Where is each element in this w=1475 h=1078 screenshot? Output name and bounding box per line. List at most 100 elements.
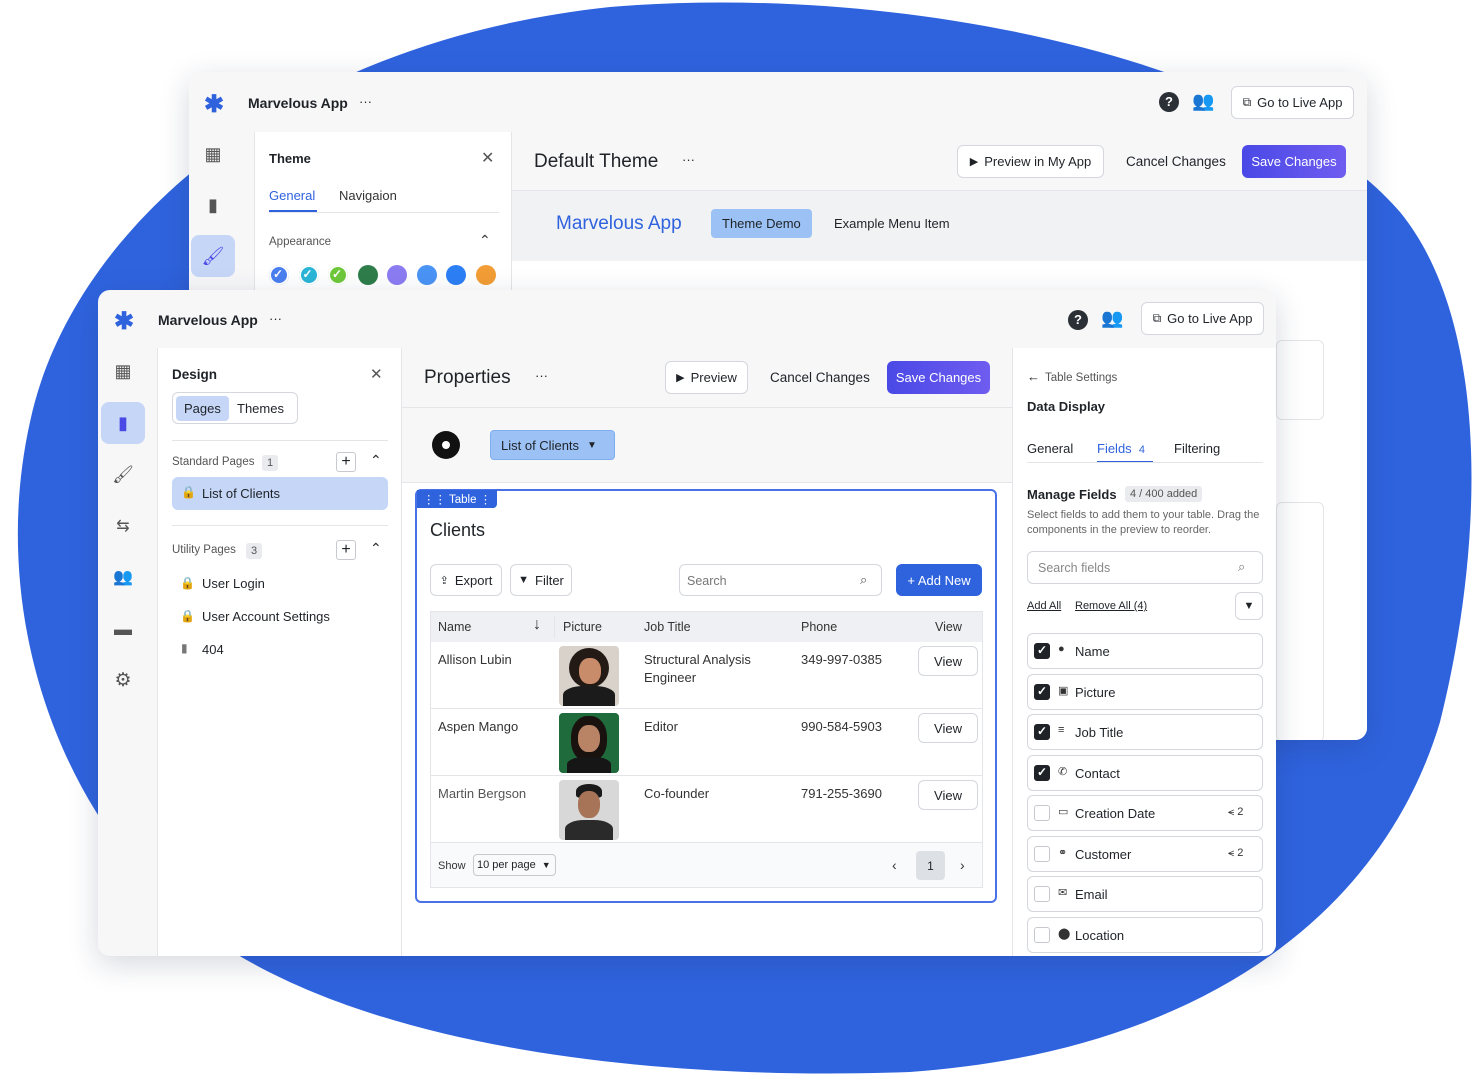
back-arrow-icon[interactable]: ←: [1027, 369, 1040, 384]
theme-more[interactable]: ···: [682, 152, 695, 167]
cancel-changes-button[interactable]: Cancel Changes: [1126, 154, 1226, 169]
field-checkbox[interactable]: [1034, 886, 1050, 902]
save-changes-button[interactable]: Save Changes: [1242, 145, 1346, 178]
field-item[interactable]: ▭ Creation Date ⪪ 2: [1027, 795, 1263, 831]
color-swatch[interactable]: [357, 265, 378, 285]
field-item[interactable]: ✓ ≡ Job Title: [1027, 714, 1263, 750]
tab-pages[interactable]: Pages: [176, 396, 229, 421]
sort-arrow-icon[interactable]: ↓: [533, 616, 541, 634]
rail-page-icon[interactable]: ▮: [191, 184, 235, 226]
rail-table-icon[interactable]: ▦: [191, 133, 235, 175]
text-icon: ≡: [1058, 724, 1065, 736]
next-page-icon[interactable]: ›: [960, 856, 965, 874]
view-button[interactable]: View: [918, 780, 978, 810]
table-search[interactable]: Search ⌕: [679, 564, 882, 596]
page-item-user-login[interactable]: User Login: [202, 576, 265, 591]
rail-brush-icon[interactable]: 🖌: [191, 235, 235, 277]
col-job-title[interactable]: Job Title: [644, 620, 691, 634]
per-page-select[interactable]: 10 per page ▼: [473, 854, 556, 876]
color-swatch[interactable]: [446, 265, 466, 285]
field-item[interactable]: ✓ ✆ Contact: [1027, 754, 1263, 791]
add-new-button[interactable]: + Add New: [896, 564, 982, 596]
properties-more[interactable]: ···: [535, 368, 548, 383]
field-item[interactable]: ⚭ Customer ⪪ 2: [1027, 835, 1263, 872]
app-menu-more[interactable]: ···: [359, 94, 372, 109]
view-button[interactable]: View: [918, 646, 978, 676]
col-phone[interactable]: Phone: [801, 620, 837, 634]
rail-settings-icon[interactable]: ⚙: [101, 659, 145, 701]
tab-general[interactable]: General: [1027, 441, 1073, 456]
back-link[interactable]: Table Settings: [1045, 372, 1117, 384]
chevron-up-icon[interactable]: ⌃: [370, 452, 382, 469]
table-row[interactable]: Allison Lubin Structural Analysis Engine…: [431, 642, 982, 709]
chevron-up-icon[interactable]: ⌃: [479, 232, 491, 249]
add-page-icon[interactable]: +: [336, 452, 356, 472]
users-icon[interactable]: 👥: [1101, 308, 1123, 329]
rail-brush-icon[interactable]: 🖌: [101, 454, 145, 496]
field-checkbox[interactable]: [1034, 926, 1050, 943]
view-button[interactable]: View: [918, 713, 978, 743]
rail-users-icon[interactable]: 👥: [101, 556, 145, 598]
go-live-button[interactable]: ⧉ Go to Live App: [1231, 86, 1354, 119]
add-page-icon[interactable]: +: [336, 540, 356, 560]
remove-all-link[interactable]: Remove All (4): [1075, 600, 1147, 612]
tab-general[interactable]: General: [269, 188, 315, 203]
color-swatch[interactable]: [416, 265, 437, 285]
color-swatch[interactable]: ✓: [298, 265, 319, 285]
color-swatch[interactable]: ✓: [269, 265, 289, 285]
preview-in-app-button[interactable]: ▶ Preview in My App: [957, 145, 1104, 178]
cancel-changes-button[interactable]: Cancel Changes: [770, 370, 870, 385]
page-item-list-of-clients[interactable]: 🔒 List of Clients: [172, 477, 388, 510]
tab-themes[interactable]: Themes: [237, 401, 284, 416]
tab-navigation[interactable]: Navigaion: [339, 188, 397, 203]
col-name[interactable]: Name: [438, 620, 471, 634]
close-icon[interactable]: ✕: [370, 365, 383, 383]
field-search[interactable]: Search fields ⌕: [1027, 551, 1263, 584]
help-icon[interactable]: ?: [1068, 310, 1088, 330]
filter-button[interactable]: ▼ Filter: [510, 564, 572, 596]
field-checkbox[interactable]: [1034, 845, 1050, 862]
page-item-404[interactable]: 404: [202, 642, 224, 657]
app-menu-more[interactable]: ···: [269, 311, 282, 326]
col-picture[interactable]: Picture: [563, 620, 602, 634]
color-swatch[interactable]: [475, 265, 496, 285]
demo-active-menu[interactable]: Theme Demo: [711, 209, 812, 238]
rail-workflow-icon[interactable]: ⇆: [101, 505, 145, 547]
tab-fields[interactable]: Fields 4: [1097, 441, 1145, 456]
rail-card-icon[interactable]: ▬: [101, 608, 145, 650]
current-page[interactable]: 1: [916, 851, 945, 880]
rail-table-icon[interactable]: ▦: [101, 350, 145, 392]
export-button[interactable]: ⇪ Export: [430, 564, 502, 596]
table-row[interactable]: Martin Bergson Co-founder 791-255-3690 V…: [431, 776, 982, 843]
field-item[interactable]: ⬤ Location: [1027, 916, 1263, 953]
table-block[interactable]: ⋮⋮ Table ⋮ Clients ⇪ Export ▼ Filter Sea…: [415, 489, 997, 903]
field-checkbox[interactable]: [1034, 805, 1050, 821]
col-view[interactable]: View: [935, 620, 962, 634]
help-icon[interactable]: ?: [1159, 92, 1179, 112]
field-item[interactable]: ✓ ▣ Picture: [1027, 673, 1263, 710]
tab-filtering[interactable]: Filtering: [1174, 441, 1220, 456]
table-row[interactable]: Aspen Mango Editor 990-584-5903 View: [431, 709, 982, 776]
field-checkbox[interactable]: ✓: [1034, 724, 1050, 740]
users-icon[interactable]: 👥: [1192, 91, 1214, 112]
save-changes-button[interactable]: Save Changes: [887, 361, 990, 394]
go-live-button[interactable]: ⧉ Go to Live App: [1141, 302, 1264, 335]
field-item[interactable]: ✓ ● Name: [1027, 633, 1263, 669]
close-icon[interactable]: ✕: [481, 148, 494, 168]
rail-page-icon[interactable]: ▮: [101, 402, 145, 444]
table-block-tag[interactable]: ⋮⋮ Table ⋮: [417, 490, 498, 508]
color-swatch[interactable]: ✓: [328, 265, 348, 285]
page-item-account-settings[interactable]: User Account Settings: [202, 609, 330, 624]
color-swatch[interactable]: [387, 265, 407, 285]
demo-menu-item[interactable]: Example Menu Item: [834, 216, 950, 231]
field-checkbox[interactable]: ✓: [1034, 764, 1050, 781]
page-select[interactable]: List of Clients ▼: [490, 430, 615, 460]
preview-button[interactable]: ▶ Preview: [665, 361, 748, 394]
field-item[interactable]: ✉ Email: [1027, 876, 1263, 912]
chevron-up-icon[interactable]: ⌃: [370, 540, 382, 557]
field-checkbox[interactable]: ✓: [1034, 683, 1050, 700]
prev-page-icon[interactable]: ‹: [892, 856, 897, 874]
add-all-link[interactable]: Add All: [1027, 600, 1061, 612]
field-checkbox[interactable]: ✓: [1034, 643, 1050, 659]
filter-icon[interactable]: ▼: [1235, 592, 1263, 620]
